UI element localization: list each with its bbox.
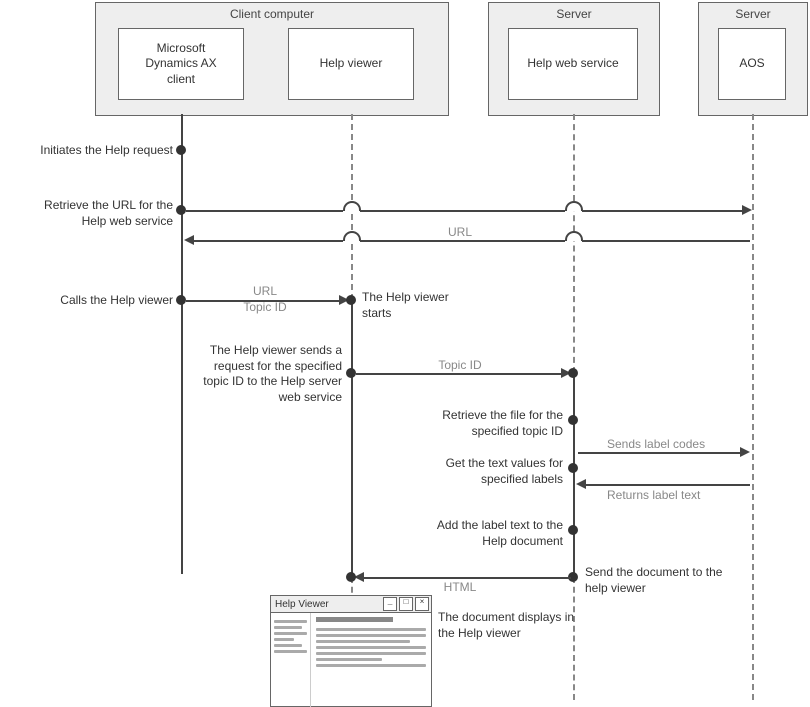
hop-retrieve-hws xyxy=(565,201,583,211)
label-hv-send: The Help viewer sends a request for the … xyxy=(180,343,342,405)
dot-hv-start xyxy=(346,295,356,305)
arrh-url xyxy=(184,235,194,245)
arrh-return-text xyxy=(576,479,586,489)
lifeline-hv-s xyxy=(351,300,353,577)
node-ax: Microsoft Dynamics AX client xyxy=(118,28,244,100)
arr-retrieve-3 xyxy=(582,210,742,212)
arr-return-text xyxy=(586,484,750,486)
hop-url-hws xyxy=(565,231,583,241)
node-hws-label: Help web service xyxy=(527,56,618,72)
arr-url-1 xyxy=(582,240,750,242)
node-hv-label: Help viewer xyxy=(320,56,383,72)
dot-call-hv xyxy=(176,295,186,305)
arr-url-3 xyxy=(194,240,343,242)
dot-hws-recv xyxy=(568,368,578,378)
dot-retrieve-file xyxy=(568,415,578,425)
label-retrieve-url: Retrieve the URL for the Help web servic… xyxy=(5,198,173,229)
sequence-diagram: Client computer Microsoft Dynamics AX cl… xyxy=(0,0,810,705)
dot-get-text xyxy=(568,463,578,473)
dot-hv-recv xyxy=(346,572,356,582)
help-viewer-content xyxy=(311,613,431,707)
label-hv-start: The Help viewer starts xyxy=(362,290,512,321)
node-ax-label: Microsoft Dynamics AX client xyxy=(145,41,216,88)
minimize-icon: _ xyxy=(383,597,397,611)
arr-send-doc xyxy=(364,577,571,579)
lifeline-aos xyxy=(752,114,754,700)
lane-hws-title: Server xyxy=(489,7,659,21)
arr-retrieve-2 xyxy=(360,210,565,212)
label-html: HTML xyxy=(420,580,500,596)
label-add-text: Add the label text to the Help document xyxy=(395,518,563,549)
help-viewer-body xyxy=(271,613,431,707)
lifeline-hws-s xyxy=(573,373,575,577)
hop-url-hv xyxy=(343,231,361,241)
lane-client-title: Client computer xyxy=(96,7,448,21)
lane-aos-title: Server xyxy=(699,7,807,21)
label-send-codes: Sends label codes xyxy=(607,437,747,453)
node-hv: Help viewer xyxy=(288,28,414,100)
label-topicid-msg: Topic ID xyxy=(410,358,510,374)
maximize-icon: □ xyxy=(399,597,413,611)
arr-retrieve-1 xyxy=(186,210,343,212)
help-viewer-side xyxy=(271,613,311,707)
node-aos: AOS xyxy=(718,28,786,100)
help-viewer-titlebar: Help Viewer _ □ × xyxy=(271,596,431,613)
dot-initiate xyxy=(176,145,186,155)
dot-retrieve-url xyxy=(176,205,186,215)
arrh-retrieve xyxy=(742,205,752,215)
lifeline-hws-d1 xyxy=(573,114,575,373)
label-send-doc: Send the document to the help viewer xyxy=(585,565,765,596)
help-viewer-window-title: Help Viewer xyxy=(275,599,329,610)
help-viewer-window: Help Viewer _ □ × xyxy=(270,595,432,707)
label-display: The document displays in the Help viewer xyxy=(438,610,618,641)
label-url-return: URL xyxy=(400,225,520,241)
dot-add-text xyxy=(568,525,578,535)
label-topicid: Topic ID xyxy=(230,300,300,316)
label-call-hv: Calls the Help viewer xyxy=(5,293,173,309)
label-get-text: Get the text values for specified labels xyxy=(395,456,563,487)
node-hws: Help web service xyxy=(508,28,638,100)
node-aos-label: AOS xyxy=(739,56,764,72)
dot-hv-send xyxy=(346,368,356,378)
close-icon: × xyxy=(415,597,429,611)
label-url: URL xyxy=(230,284,300,300)
hop-retrieve-hv xyxy=(343,201,361,211)
label-initiate: Initiates the Help request xyxy=(5,143,173,159)
label-retrieve-file: Retrieve the file for the specified topi… xyxy=(395,408,563,439)
label-return-text: Returns label text xyxy=(607,488,747,504)
